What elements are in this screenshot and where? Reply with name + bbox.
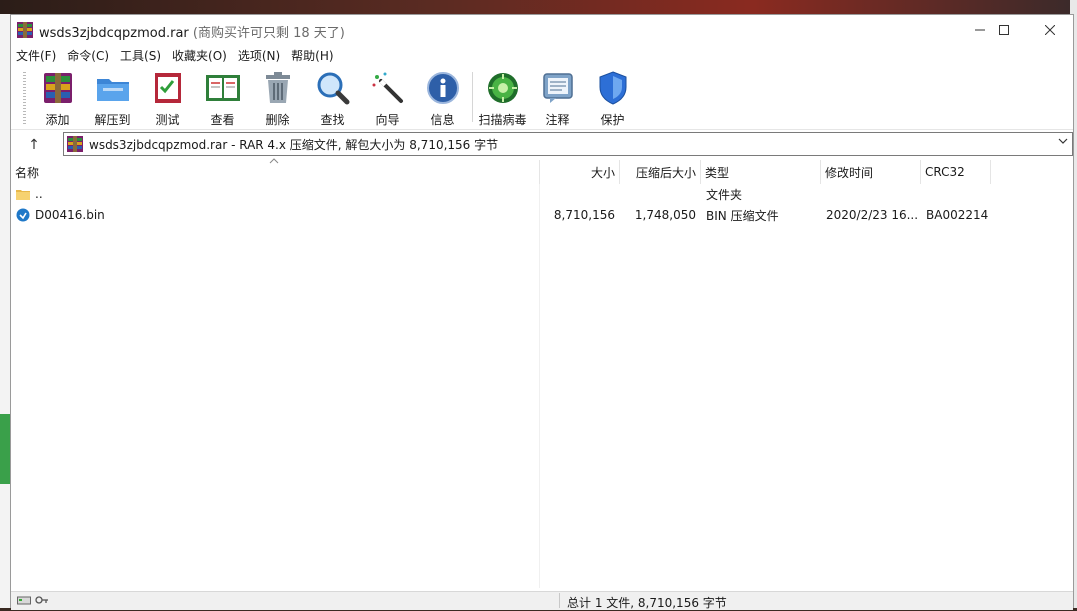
comment-label: 注释 [545,113,570,127]
menu-favorites[interactable]: 收藏夹(O) [172,47,227,64]
menu-file[interactable]: 文件(F) [16,47,56,64]
close-icon [1045,25,1055,35]
bin-file-icon [16,208,30,222]
background-window-left [0,14,10,608]
menu-bar: 文件(F) 命令(C) 工具(S) 收藏夹(O) 选项(N) 帮助(H) [11,45,1073,65]
toolbar-grip[interactable] [23,72,26,124]
arrow-up-icon: ↑ [28,137,40,153]
row-name-cell: D00416.bin [11,205,540,225]
status-separator [559,593,560,608]
protect-label: 保护 [600,113,625,127]
column-size[interactable]: 大小 [540,160,620,184]
chevron-down-icon[interactable] [1058,136,1068,149]
winrar-window: wsds3zjbdcqpzmod.rar (商购买许可只剩 18 天了) 文件(… [10,14,1074,610]
find-button[interactable]: 查找 [305,66,360,128]
test-label: 测试 [155,113,180,127]
folder-icon [16,190,30,200]
find-label: 查找 [320,113,345,127]
menu-options[interactable]: 选项(N) [238,47,280,64]
window-title-license: (商购买许可只剩 18 天了) [192,26,345,41]
wizard-button[interactable]: 向导 [360,66,415,128]
row-modified: 2020/2/23 16... [826,208,919,222]
row-name-cell: .. [11,184,540,204]
row-name: .. [35,187,43,201]
row-crc: BA002214 [926,208,989,222]
file-list: 名称 大小 压缩后大小 类型 修改时间 CRC32 .. 文件夹 D00416.… [11,157,1073,588]
up-one-level-button[interactable]: ↑ [19,135,49,155]
wizard-icon [370,70,406,105]
virus-scan-button[interactable]: 扫描病毒 [475,66,530,128]
status-summary: 总计 1 文件, 8,710,156 字节 [567,596,727,610]
column-crc32[interactable]: CRC32 [921,160,991,184]
delete-button[interactable]: 删除 [250,66,305,128]
address-bar: ↑ wsds3zjbdcqpzmod.rar - RAR 4.x 压缩文件, 解… [11,131,1073,159]
column-header: 名称 大小 压缩后大小 类型 修改时间 CRC32 [11,160,991,184]
extract-to-label: 解压到 [94,113,131,127]
column-type[interactable]: 类型 [701,160,821,184]
row-name: D00416.bin [35,208,105,222]
title-bar: wsds3zjbdcqpzmod.rar (商购买许可只剩 18 天了) [11,15,1073,45]
comment-button[interactable]: 注释 [530,66,585,128]
delete-icon [260,70,296,105]
winrar-app-icon [17,22,33,38]
extract-to-icon [95,70,131,105]
view-label: 查看 [210,113,235,127]
protect-button[interactable]: 保护 [585,66,640,128]
find-icon [315,70,351,105]
menu-tools[interactable]: 工具(S) [120,47,161,64]
window-title: wsds3zjbdcqpzmod.rar (商购买许可只剩 18 天了) [39,22,345,41]
view-icon [205,70,241,105]
list-item[interactable]: D00416.bin 8,710,156 1,748,050 BIN 压缩文件 … [11,205,991,225]
delete-label: 删除 [265,113,290,127]
menu-commands[interactable]: 命令(C) [67,47,109,64]
column-divider [539,184,540,588]
menu-help[interactable]: 帮助(H) [291,47,333,64]
window-title-filename: wsds3zjbdcqpzmod.rar [39,26,189,41]
protect-icon [595,70,631,105]
desktop-background [0,0,1077,14]
status-icons [17,594,49,606]
path-text: wsds3zjbdcqpzmod.rar - RAR 4.x 压缩文件, 解包大… [89,137,499,152]
key-icon [35,596,48,604]
row-type: BIN 压缩文件 [706,208,779,223]
virus-scan-label: 扫描病毒 [478,113,527,127]
status-bar: 总计 1 文件, 8,710,156 字节 [11,591,1073,610]
info-button[interactable]: 信息 [415,66,470,128]
maximize-icon [999,25,1009,35]
wizard-label: 向导 [375,113,400,127]
maximize-button[interactable] [981,15,1027,45]
path-field[interactable]: wsds3zjbdcqpzmod.rar - RAR 4.x 压缩文件, 解包大… [63,132,1073,156]
test-button[interactable]: 测试 [140,66,195,128]
row-packed [620,184,701,204]
test-icon [150,70,186,105]
toolbar: 添加 解压到 测试 查看 删除 查找 向导 信息 扫描病毒 注释 保护 [11,66,1073,130]
row-size: 8,710,156 [553,208,615,222]
virus-scan-icon [485,70,521,105]
extract-to-button[interactable]: 解压到 [85,66,140,128]
add-archive-icon [40,70,76,105]
info-label: 信息 [430,113,455,127]
close-button[interactable] [1027,15,1073,45]
drive-icon [17,596,31,605]
row-type: 文件夹 [706,187,743,202]
sort-ascending-icon [269,157,279,167]
row-size [540,184,620,204]
info-icon [425,70,461,105]
add-label: 添加 [45,113,70,127]
row-crc [921,184,991,204]
column-packed-size[interactable]: 压缩后大小 [620,160,701,184]
toolbar-separator [472,72,473,122]
row-packed: 1,748,050 [634,208,696,222]
row-modified [821,184,921,204]
rar-archive-icon [67,136,83,152]
view-button[interactable]: 查看 [195,66,250,128]
comment-icon [540,70,576,105]
add-button[interactable]: 添加 [30,66,85,128]
list-item[interactable]: .. 文件夹 [11,184,991,204]
column-modified[interactable]: 修改时间 [821,160,921,184]
